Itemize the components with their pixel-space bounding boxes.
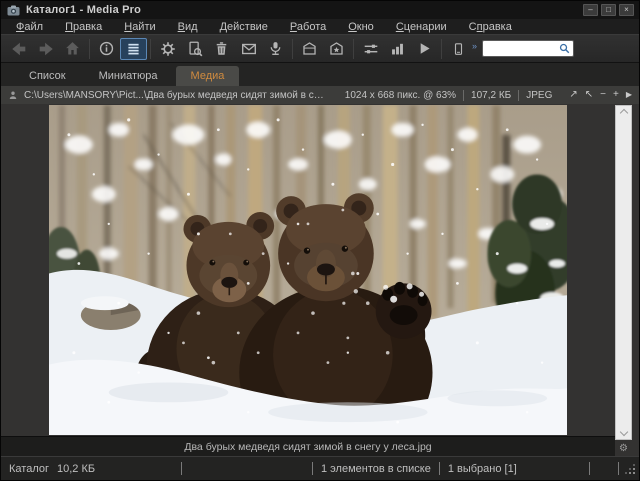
status-separator bbox=[618, 462, 619, 475]
menu-action[interactable]: Действие bbox=[209, 21, 279, 33]
catalog-status: Каталог 10,2 КБ bbox=[1, 463, 181, 475]
tab-list[interactable]: Список bbox=[14, 66, 81, 86]
scrollbar-column: ⚙ bbox=[615, 104, 639, 456]
menu-scripts[interactable]: Сценарии bbox=[385, 21, 458, 33]
mail-button[interactable] bbox=[235, 38, 262, 60]
zoom-controls: ↗ ↖ − + ▶ bbox=[569, 90, 632, 100]
device-button[interactable] bbox=[445, 38, 472, 60]
trash-button[interactable] bbox=[208, 38, 235, 60]
maximize-button[interactable]: □ bbox=[601, 4, 616, 16]
toolbar-separator bbox=[441, 39, 442, 59]
media-viewer: Два бурых медведя сидят зимой в снегу у … bbox=[1, 104, 639, 456]
media-canvas bbox=[1, 104, 615, 436]
caption-bar: Два бурых медведя сидят зимой в снегу у … bbox=[1, 436, 615, 456]
menu-help[interactable]: Справка bbox=[458, 21, 523, 33]
toolbar-separator bbox=[150, 39, 151, 59]
pan-in-icon[interactable]: ↖ bbox=[585, 90, 593, 100]
zoom-out-icon[interactable]: − bbox=[600, 90, 606, 100]
pan-out-icon[interactable]: ↗ bbox=[569, 90, 577, 100]
status-bar: Каталог 10,2 КБ 1 элементов в списке 1 в… bbox=[1, 456, 639, 480]
search-box bbox=[482, 40, 574, 57]
minimize-button[interactable]: – bbox=[583, 4, 598, 16]
toolbar-separator bbox=[89, 39, 90, 59]
bar-chart-button[interactable] bbox=[384, 38, 411, 60]
file-path: C:\Users\MANSORY\Pict...\Два бурых медве… bbox=[24, 90, 324, 101]
toolbar: » bbox=[1, 34, 639, 63]
scroll-down-icon[interactable] bbox=[619, 428, 627, 436]
catalog-size: 10,2 КБ bbox=[57, 463, 95, 475]
toolbar-separator bbox=[353, 39, 354, 59]
preview-search-button[interactable] bbox=[181, 38, 208, 60]
image-format: JPEG bbox=[518, 90, 559, 101]
photo-caption: Два бурых медведя сидят зимой в снегу у … bbox=[184, 441, 431, 453]
gear-button[interactable] bbox=[154, 38, 181, 60]
status-separator bbox=[589, 462, 590, 475]
home-button[interactable] bbox=[59, 38, 86, 60]
image-info: 1024 x 668 пикс. @ 63% 107,2 КБ JPEG bbox=[338, 90, 560, 101]
selected-count: 1 выбрано [1] bbox=[440, 463, 525, 475]
search-input[interactable] bbox=[486, 42, 558, 55]
window-controls: – □ × bbox=[583, 4, 634, 16]
play-button[interactable] bbox=[411, 38, 438, 60]
viewer-options-gear-icon[interactable]: ⚙ bbox=[615, 440, 632, 456]
menu-file[interactable]: Файл bbox=[5, 21, 54, 33]
menu-bar: Файл Правка Найти Вид Действие Работа Ок… bbox=[1, 19, 639, 34]
window-title: Каталог1 - Media Pro bbox=[26, 4, 141, 16]
forward-button[interactable] bbox=[32, 38, 59, 60]
image-filesize: 107,2 КБ bbox=[463, 90, 518, 101]
microphone-button[interactable] bbox=[262, 38, 289, 60]
person-icon bbox=[8, 90, 18, 101]
catalog-label: Каталог bbox=[9, 463, 49, 475]
scroll-up-icon[interactable] bbox=[619, 109, 627, 117]
toolbar-overflow-icon[interactable]: » bbox=[472, 41, 477, 51]
vertical-scrollbar[interactable] bbox=[615, 105, 632, 440]
slideshow-play-icon[interactable]: ▶ bbox=[626, 90, 632, 100]
title-bar: Каталог1 - Media Pro – □ × bbox=[1, 1, 639, 19]
photo-bears bbox=[49, 105, 567, 435]
menu-edit[interactable]: Правка bbox=[54, 21, 113, 33]
close-button[interactable]: × bbox=[619, 4, 634, 16]
back-button[interactable] bbox=[5, 38, 32, 60]
menu-work[interactable]: Работа bbox=[279, 21, 337, 33]
path-bar: C:\Users\MANSORY\Pict...\Два бурых медве… bbox=[1, 86, 639, 104]
tab-media[interactable]: Медиа bbox=[176, 66, 240, 86]
view-tabs: Список Миниатюра Медиа bbox=[1, 63, 639, 86]
menu-find[interactable]: Найти bbox=[113, 21, 166, 33]
menu-window[interactable]: Окно bbox=[337, 21, 385, 33]
image-dimensions: 1024 x 668 пикс. @ 63% bbox=[338, 90, 463, 101]
toolbar-separator bbox=[292, 39, 293, 59]
list-view-button[interactable] bbox=[120, 38, 147, 60]
items-count: 1 элементов в списке bbox=[313, 463, 439, 475]
tab-thumbnail[interactable]: Миниатюра bbox=[84, 66, 173, 86]
favorites-box-button[interactable] bbox=[323, 38, 350, 60]
info-button[interactable] bbox=[93, 38, 120, 60]
status-separator bbox=[181, 462, 182, 475]
resize-grip[interactable] bbox=[623, 462, 637, 476]
app-icon bbox=[6, 4, 20, 16]
menu-view[interactable]: Вид bbox=[167, 21, 209, 33]
search-icon bbox=[558, 42, 571, 55]
zoom-in-icon[interactable]: + bbox=[613, 90, 619, 100]
sliders-button[interactable] bbox=[357, 38, 384, 60]
app-window: Каталог1 - Media Pro – □ × Файл Правка Н… bbox=[0, 0, 640, 481]
import-box-button[interactable] bbox=[296, 38, 323, 60]
